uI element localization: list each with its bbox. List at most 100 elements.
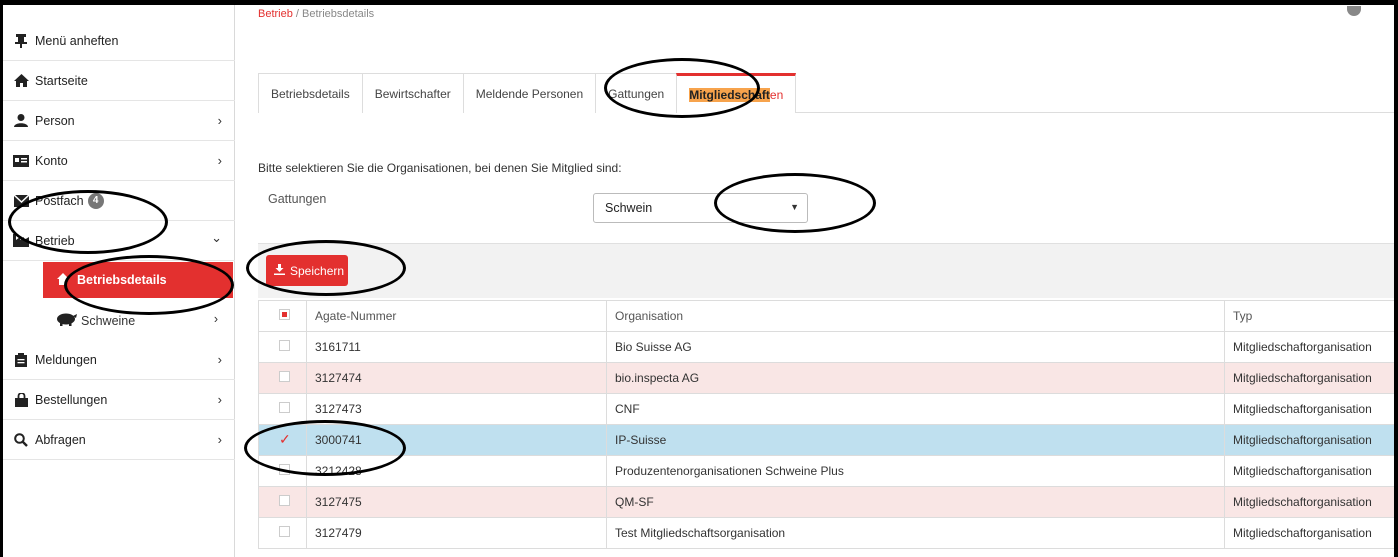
- gattungen-select[interactable]: Schwein ▼: [593, 193, 808, 223]
- row-checkbox-cell[interactable]: [258, 393, 307, 425]
- table-row[interactable]: 3212428 Produzentenorganisationen Schwei…: [258, 455, 1398, 487]
- sidebar-item-startseite[interactable]: Startseite: [3, 61, 235, 101]
- chevron-down-icon: ⌄: [211, 230, 222, 245]
- id-card-icon: [13, 154, 29, 168]
- chevron-right-icon: ›: [217, 153, 222, 168]
- table-header-row: Agate-Nummer Organisation Typ: [258, 300, 1398, 332]
- row-checkbox[interactable]: [279, 464, 290, 475]
- row-checkbox-cell[interactable]: [258, 331, 307, 363]
- sidebar-item-label: Meldungen: [35, 352, 97, 367]
- sidebar-item-label: Startseite: [35, 73, 88, 88]
- sidebar-item-label: Betrieb: [35, 233, 75, 248]
- cell-typ: Mitgliedschaftorganisation: [1224, 393, 1398, 425]
- clipboard-icon: [13, 352, 29, 367]
- instruction-text: Bitte selektieren Sie die Organisationen…: [258, 161, 622, 175]
- tab-label-rest: en: [769, 87, 784, 102]
- table-row-selected[interactable]: ✓ 3000741 IP-Suisse Mitgliedschaftorgani…: [258, 424, 1398, 456]
- cell-typ: Mitgliedschaftorganisation: [1224, 424, 1398, 456]
- chevron-right-icon: ›: [213, 312, 218, 326]
- tab-mitgliedschaften[interactable]: Mitgliedschaft en: [676, 73, 797, 113]
- table-row[interactable]: 3127475 QM-SF Mitgliedschaftorganisation: [258, 486, 1398, 518]
- cell-organisation: IP-Suisse: [606, 424, 1225, 456]
- membership-table: Agate-Nummer Organisation Typ 3161711 Bi…: [258, 300, 1398, 549]
- home-icon: [57, 272, 69, 288]
- dropdown-arrow-icon: ▼: [790, 202, 799, 212]
- sidebar-item-label: Konto: [35, 153, 68, 168]
- cell-agate: 3127475: [306, 486, 607, 518]
- chevron-right-icon: ›: [217, 392, 222, 407]
- pin-icon: [13, 33, 29, 48]
- sidebar-item-person[interactable]: Person ›: [3, 101, 235, 141]
- unread-count-badge: 4: [87, 192, 104, 209]
- row-checkbox[interactable]: [279, 495, 290, 506]
- tab-bar: Betriebsdetails Bewirtschafter Meldende …: [258, 73, 1398, 113]
- tab-bewirtschafter[interactable]: Bewirtschafter: [361, 73, 464, 113]
- cell-typ: Mitgliedschaftorganisation: [1224, 455, 1398, 487]
- sidebar-item-konto[interactable]: Konto ›: [3, 141, 235, 181]
- cell-agate: 3000741: [306, 424, 607, 456]
- breadcrumb-link-betrieb[interactable]: Betrieb: [258, 8, 293, 18]
- cell-typ: Mitgliedschaftorganisation: [1224, 517, 1398, 549]
- user-avatar-icon[interactable]: [1347, 6, 1361, 16]
- shopping-bag-icon: [13, 392, 29, 407]
- home-icon: [13, 74, 29, 88]
- breadcrumb: Betrieb / Betriebsdetails: [258, 8, 374, 18]
- tab-betriebsdetails[interactable]: Betriebsdetails: [258, 73, 363, 113]
- sidebar-item-label: Abfragen: [35, 432, 86, 447]
- cell-organisation: Produzentenorganisationen Schweine Plus: [606, 455, 1225, 487]
- sidebar-item-meldungen[interactable]: Meldungen ›: [3, 340, 235, 380]
- table-row[interactable]: 3127473 CNF Mitgliedschaftorganisation: [258, 393, 1398, 425]
- column-header-organisation[interactable]: Organisation: [606, 300, 1225, 332]
- download-icon: [274, 263, 285, 278]
- sidebar-item-postfach[interactable]: Postfach 4: [3, 181, 235, 221]
- sidebar: Menü anheften Startseite Person › Konto …: [3, 5, 235, 557]
- tab-gattungen[interactable]: Gattungen: [595, 73, 678, 113]
- table-toolbar: [258, 243, 1398, 298]
- pin-menu-label: Menü anheften: [35, 33, 119, 48]
- table-row[interactable]: 3161711 Bio Suisse AG Mitgliedschaftorga…: [258, 331, 1398, 363]
- row-checkbox-cell[interactable]: [258, 517, 307, 549]
- tab-label-highlight: Mitgliedschaft: [689, 87, 770, 102]
- row-checkbox-cell[interactable]: [258, 486, 307, 518]
- user-icon: [13, 114, 29, 128]
- cell-agate: 3127474: [306, 362, 607, 394]
- row-checkbox-cell[interactable]: [258, 455, 307, 487]
- gattungen-label: Gattungen: [268, 192, 327, 206]
- sidebar-item-label: Person: [35, 113, 75, 128]
- row-checkbox[interactable]: [279, 340, 290, 351]
- sidebar-item-label: Bestellungen: [35, 392, 108, 407]
- row-checkbox-cell[interactable]: [258, 362, 307, 394]
- sidebar-subitem-betriebsdetails[interactable]: Betriebsdetails: [43, 262, 233, 298]
- sidebar-subitem-schweine[interactable]: Schweine ›: [41, 302, 235, 340]
- cell-organisation: Test Mitgliedschaftsorganisation: [606, 517, 1225, 549]
- select-all-checkbox[interactable]: [279, 309, 290, 320]
- table-row[interactable]: 3127479 Test Mitgliedschaftsorganisation…: [258, 517, 1398, 549]
- select-all-cell[interactable]: [258, 300, 307, 332]
- cell-organisation: QM-SF: [606, 486, 1225, 518]
- breadcrumb-separator: /: [292, 8, 303, 18]
- chevron-right-icon: ›: [217, 113, 222, 128]
- cell-typ: Mitgliedschaftorganisation: [1224, 331, 1398, 363]
- cell-organisation: CNF: [606, 393, 1225, 425]
- cell-organisation: Bio Suisse AG: [606, 331, 1225, 363]
- sidebar-item-betrieb[interactable]: Betrieb ⌄: [3, 221, 235, 261]
- tab-meldende-personen[interactable]: Meldende Personen: [462, 73, 597, 113]
- sidebar-item-bestellungen[interactable]: Bestellungen ›: [3, 380, 235, 420]
- checkmark-icon[interactable]: ✓: [279, 432, 291, 446]
- cell-organisation: bio.inspecta AG: [606, 362, 1225, 394]
- row-checkbox-cell[interactable]: ✓: [258, 424, 307, 456]
- column-header-agate[interactable]: Agate-Nummer: [306, 300, 607, 332]
- envelope-icon: [13, 194, 29, 208]
- pin-menu-button[interactable]: Menü anheften: [3, 21, 235, 61]
- row-checkbox[interactable]: [279, 526, 290, 537]
- search-icon: [13, 432, 29, 447]
- save-button[interactable]: Speichern: [266, 255, 348, 286]
- column-header-typ[interactable]: Typ: [1224, 300, 1398, 332]
- sidebar-item-abfragen[interactable]: Abfragen ›: [3, 420, 235, 460]
- row-checkbox[interactable]: [279, 371, 290, 382]
- factory-icon: [13, 234, 29, 248]
- row-checkbox[interactable]: [279, 402, 290, 413]
- cell-agate: 3161711: [306, 331, 607, 363]
- breadcrumb-current: Betriebsdetails: [302, 8, 375, 18]
- table-row[interactable]: 3127474 bio.inspecta AG Mitgliedschaftor…: [258, 362, 1398, 394]
